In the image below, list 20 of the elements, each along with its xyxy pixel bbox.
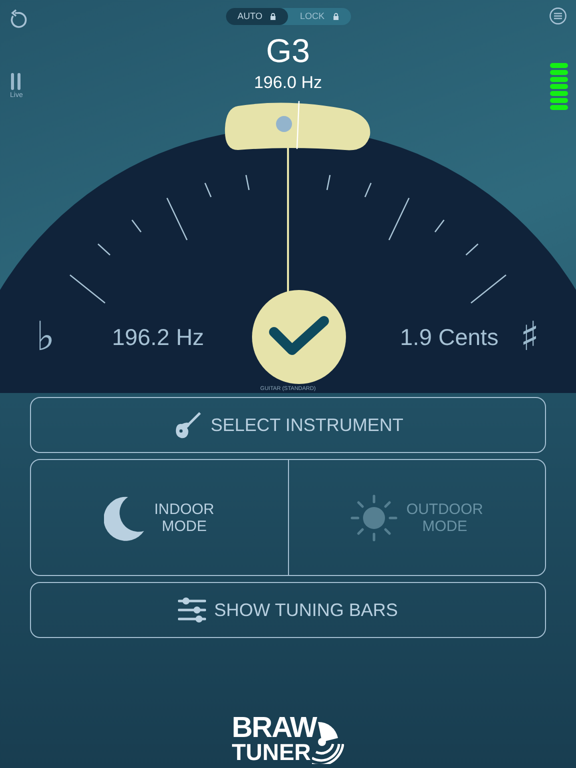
menu-icon[interactable]	[549, 7, 567, 25]
pause-icon[interactable]	[10, 73, 22, 90]
show-tuning-bars-button[interactable]: SHOW TUNING BARS	[30, 582, 546, 638]
signal-level-meter	[550, 63, 568, 113]
moon-icon	[104, 494, 146, 540]
detected-frequency: 196.2 Hz	[112, 322, 206, 352]
lock-icon	[270, 13, 276, 20]
app-logo: BRAW TUNER	[232, 716, 344, 764]
note-name: G3	[266, 33, 310, 69]
flat-symbol: ♭	[36, 315, 56, 359]
cents-offset: 1.9 Cents	[400, 322, 500, 352]
display-mode-button[interactable]: INDOOR MODE	[31, 460, 288, 575]
refresh-icon[interactable]	[9, 8, 27, 28]
sharp-symbol: ♯	[520, 315, 540, 359]
lock-icon	[332, 13, 338, 20]
target-frequency: 196.0 Hz	[254, 72, 322, 94]
select-instrument-button[interactable]: SELECT INSTRUMENT	[30, 397, 546, 453]
sun-icon	[350, 494, 398, 542]
sliders-icon	[178, 597, 206, 623]
mode-tab[interactable]: AUTO	[226, 8, 288, 25]
